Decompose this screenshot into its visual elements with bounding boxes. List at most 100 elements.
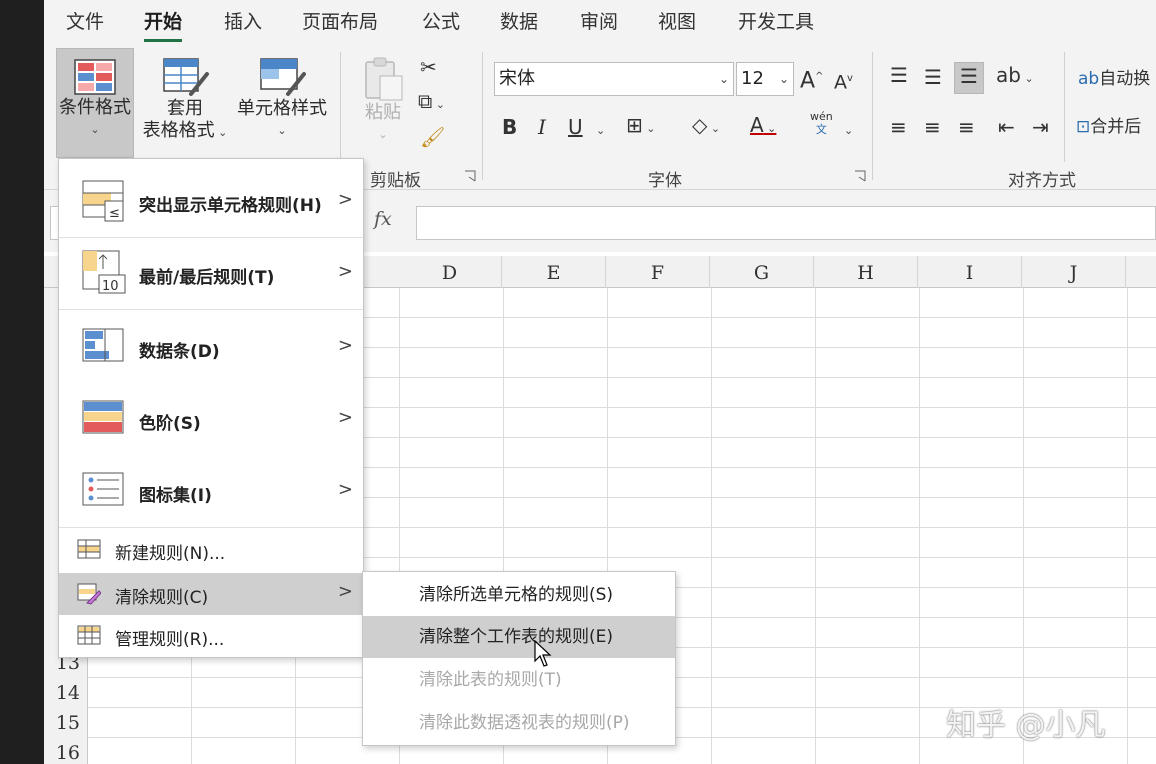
menu-item-manage-rules[interactable]: 管理规则(R)... — [59, 615, 363, 657]
decrease-indent-icon[interactable]: ⇤ — [998, 114, 1015, 140]
menu-item-icon-sets[interactable]: 图标集(I) > — [59, 459, 363, 523]
chevron-right-icon: > — [337, 335, 353, 356]
tab-file[interactable]: 文件 — [66, 8, 104, 38]
menu-item-new-rule[interactable]: 新建规则(N)... — [59, 529, 363, 571]
row-header[interactable]: 14 — [44, 678, 88, 708]
decrease-font-icon[interactable]: Av — [834, 66, 853, 95]
manage-rules-label: 管理规则(R)... — [115, 630, 225, 650]
tab-data[interactable]: 数据 — [500, 8, 538, 38]
left-window-edge — [0, 0, 44, 764]
phonetic-dropdown[interactable]: ⌄ — [844, 114, 853, 144]
menu-item-color-scales[interactable]: 色阶(S) > — [59, 387, 363, 451]
excel-window: 文件 开始 插入 页面布局 公式 数据 审阅 视图 开发工具 条件格式 ⌄ 套用… — [44, 0, 1156, 764]
column-header[interactable]: E — [502, 256, 606, 288]
highlight-rules-icon: ≤ — [82, 180, 124, 222]
column-header[interactable]: D — [398, 256, 502, 288]
column-header[interactable]: F — [606, 256, 710, 288]
chevron-down-icon: ⌄ — [718, 72, 729, 86]
submenu-clear-selected-cells[interactable]: 清除所选单元格的规则(S) — [363, 574, 675, 616]
chevron-right-icon: > — [337, 581, 353, 602]
formula-input[interactable] — [416, 206, 1156, 240]
align-top-icon[interactable]: ☰ — [890, 62, 908, 88]
underline-button[interactable]: U — [568, 114, 583, 140]
table-format-label-1: 套用 — [167, 98, 203, 119]
underline-dropdown[interactable]: ⌄ — [596, 114, 605, 144]
conditional-format-icon — [74, 59, 116, 95]
tab-insert[interactable]: 插入 — [224, 8, 262, 38]
ribbon-tabs: 文件 开始 插入 页面布局 公式 数据 审阅 视图 开发工具 — [44, 0, 1156, 44]
group-separator — [1064, 52, 1065, 162]
function-icon[interactable]: fx — [374, 208, 392, 230]
menu-item-clear-rules[interactable]: 清除规则(C) > — [59, 573, 363, 615]
group-separator — [872, 52, 873, 180]
font-group-label: 字体 — [648, 171, 682, 191]
menu-item-highlight-rules[interactable]: ≤ 突出显示单元格规则(H) > — [59, 169, 363, 233]
table-format-icon — [163, 58, 209, 96]
increase-indent-icon[interactable]: ⇥ — [1032, 114, 1049, 140]
row-header[interactable]: 16 — [44, 738, 88, 764]
column-header[interactable]: G — [710, 256, 814, 288]
mouse-cursor-icon — [534, 640, 552, 667]
copy-icon[interactable]: ⧉ ⌄ — [418, 88, 445, 118]
clear-rules-icon — [77, 583, 101, 605]
font-color-button[interactable]: A ⌄ — [750, 112, 776, 142]
align-left-icon[interactable]: ≡ — [890, 114, 907, 140]
clipboard-icon — [365, 57, 403, 101]
wrap-text-button[interactable]: ab自动换 — [1078, 66, 1150, 92]
format-painter-icon[interactable]: 🖌 — [420, 124, 445, 150]
data-bars-label: 数据条(D) — [139, 342, 220, 362]
align-group-label: 对齐方式 — [1008, 171, 1076, 191]
manage-rules-icon — [77, 625, 101, 645]
tab-view[interactable]: 视图 — [658, 8, 696, 38]
new-rule-icon — [77, 539, 101, 559]
border-icon[interactable]: ⊞ ⌄ — [626, 112, 655, 142]
menu-item-data-bars[interactable]: 数据条(D) > — [59, 315, 363, 379]
bold-button[interactable]: B — [502, 114, 517, 140]
phonetic-icon[interactable]: wén 文 — [810, 110, 833, 136]
color-scales-label: 色阶(S) — [139, 414, 201, 434]
column-header[interactable]: J — [1022, 256, 1126, 288]
top-bottom-rules-label: 最前/最后规则(T) — [139, 268, 275, 288]
cell-style-button[interactable]: 单元格样式 ⌄ — [234, 48, 330, 158]
merge-button[interactable]: ⊡合并后 — [1076, 114, 1141, 140]
submenu-clear-entire-sheet[interactable]: 清除整个工作表的规则(E) — [363, 616, 675, 658]
clipboard-group-label: 剪贴板 — [370, 171, 421, 191]
align-bottom-icon[interactable]: ☰ — [954, 62, 984, 94]
menu-item-top-bottom-rules[interactable]: 10 最前/最后规则(T) > — [59, 241, 363, 305]
fill-color-icon[interactable]: ◇ ⌄ — [692, 112, 720, 142]
dialog-launcher-icon[interactable] — [464, 170, 476, 182]
font-name-combo[interactable]: 宋体 ⌄ — [494, 62, 734, 96]
row-header[interactable]: 15 — [44, 708, 88, 738]
tab-developer[interactable]: 开发工具 — [738, 8, 814, 38]
font-size-combo[interactable]: 12 ⌄ — [736, 62, 794, 96]
chevron-right-icon: > — [337, 261, 353, 282]
group-separator — [482, 52, 483, 180]
column-header[interactable]: H — [814, 256, 918, 288]
align-middle-icon[interactable]: ☰ — [924, 64, 942, 90]
align-center-icon[interactable]: ≡ — [924, 114, 941, 140]
increase-font-icon[interactable]: A^ — [800, 64, 823, 94]
tab-formulas[interactable]: 公式 — [422, 8, 460, 38]
tab-home[interactable]: 开始 — [144, 8, 183, 42]
italic-button[interactable]: I — [538, 114, 546, 140]
table-format-label-2: 表格格式 ⌄ — [142, 120, 228, 141]
column-header[interactable]: I — [918, 256, 1022, 288]
table-format-button[interactable]: 套用 表格格式 ⌄ — [138, 48, 232, 158]
paste-label: 粘贴 — [365, 102, 401, 123]
clear-rules-submenu: 清除所选单元格的规则(S) 清除整个工作表的规则(E) 清除此表的规则(T) 清… — [362, 571, 676, 746]
dialog-launcher-icon[interactable] — [854, 170, 866, 182]
chevron-down-icon: ⌄ — [90, 123, 100, 136]
tab-review[interactable]: 审阅 — [580, 8, 618, 38]
tab-page-layout[interactable]: 页面布局 — [302, 8, 378, 38]
align-right-icon[interactable]: ≡ — [958, 114, 975, 140]
orientation-icon[interactable]: ab ⌄ — [996, 62, 1034, 92]
top-bottom-rules-icon: 10 — [82, 250, 126, 294]
data-bars-icon — [82, 328, 124, 362]
cut-icon[interactable]: ✂ — [420, 54, 437, 80]
conditional-format-button[interactable]: 条件格式 ⌄ — [56, 48, 134, 158]
chevron-right-icon: > — [337, 407, 353, 428]
paste-button[interactable]: 粘贴 ⌄ — [350, 50, 416, 156]
cell-style-icon — [260, 58, 306, 96]
new-rule-label: 新建规则(N)... — [115, 544, 226, 564]
chevron-right-icon: > — [337, 479, 353, 500]
